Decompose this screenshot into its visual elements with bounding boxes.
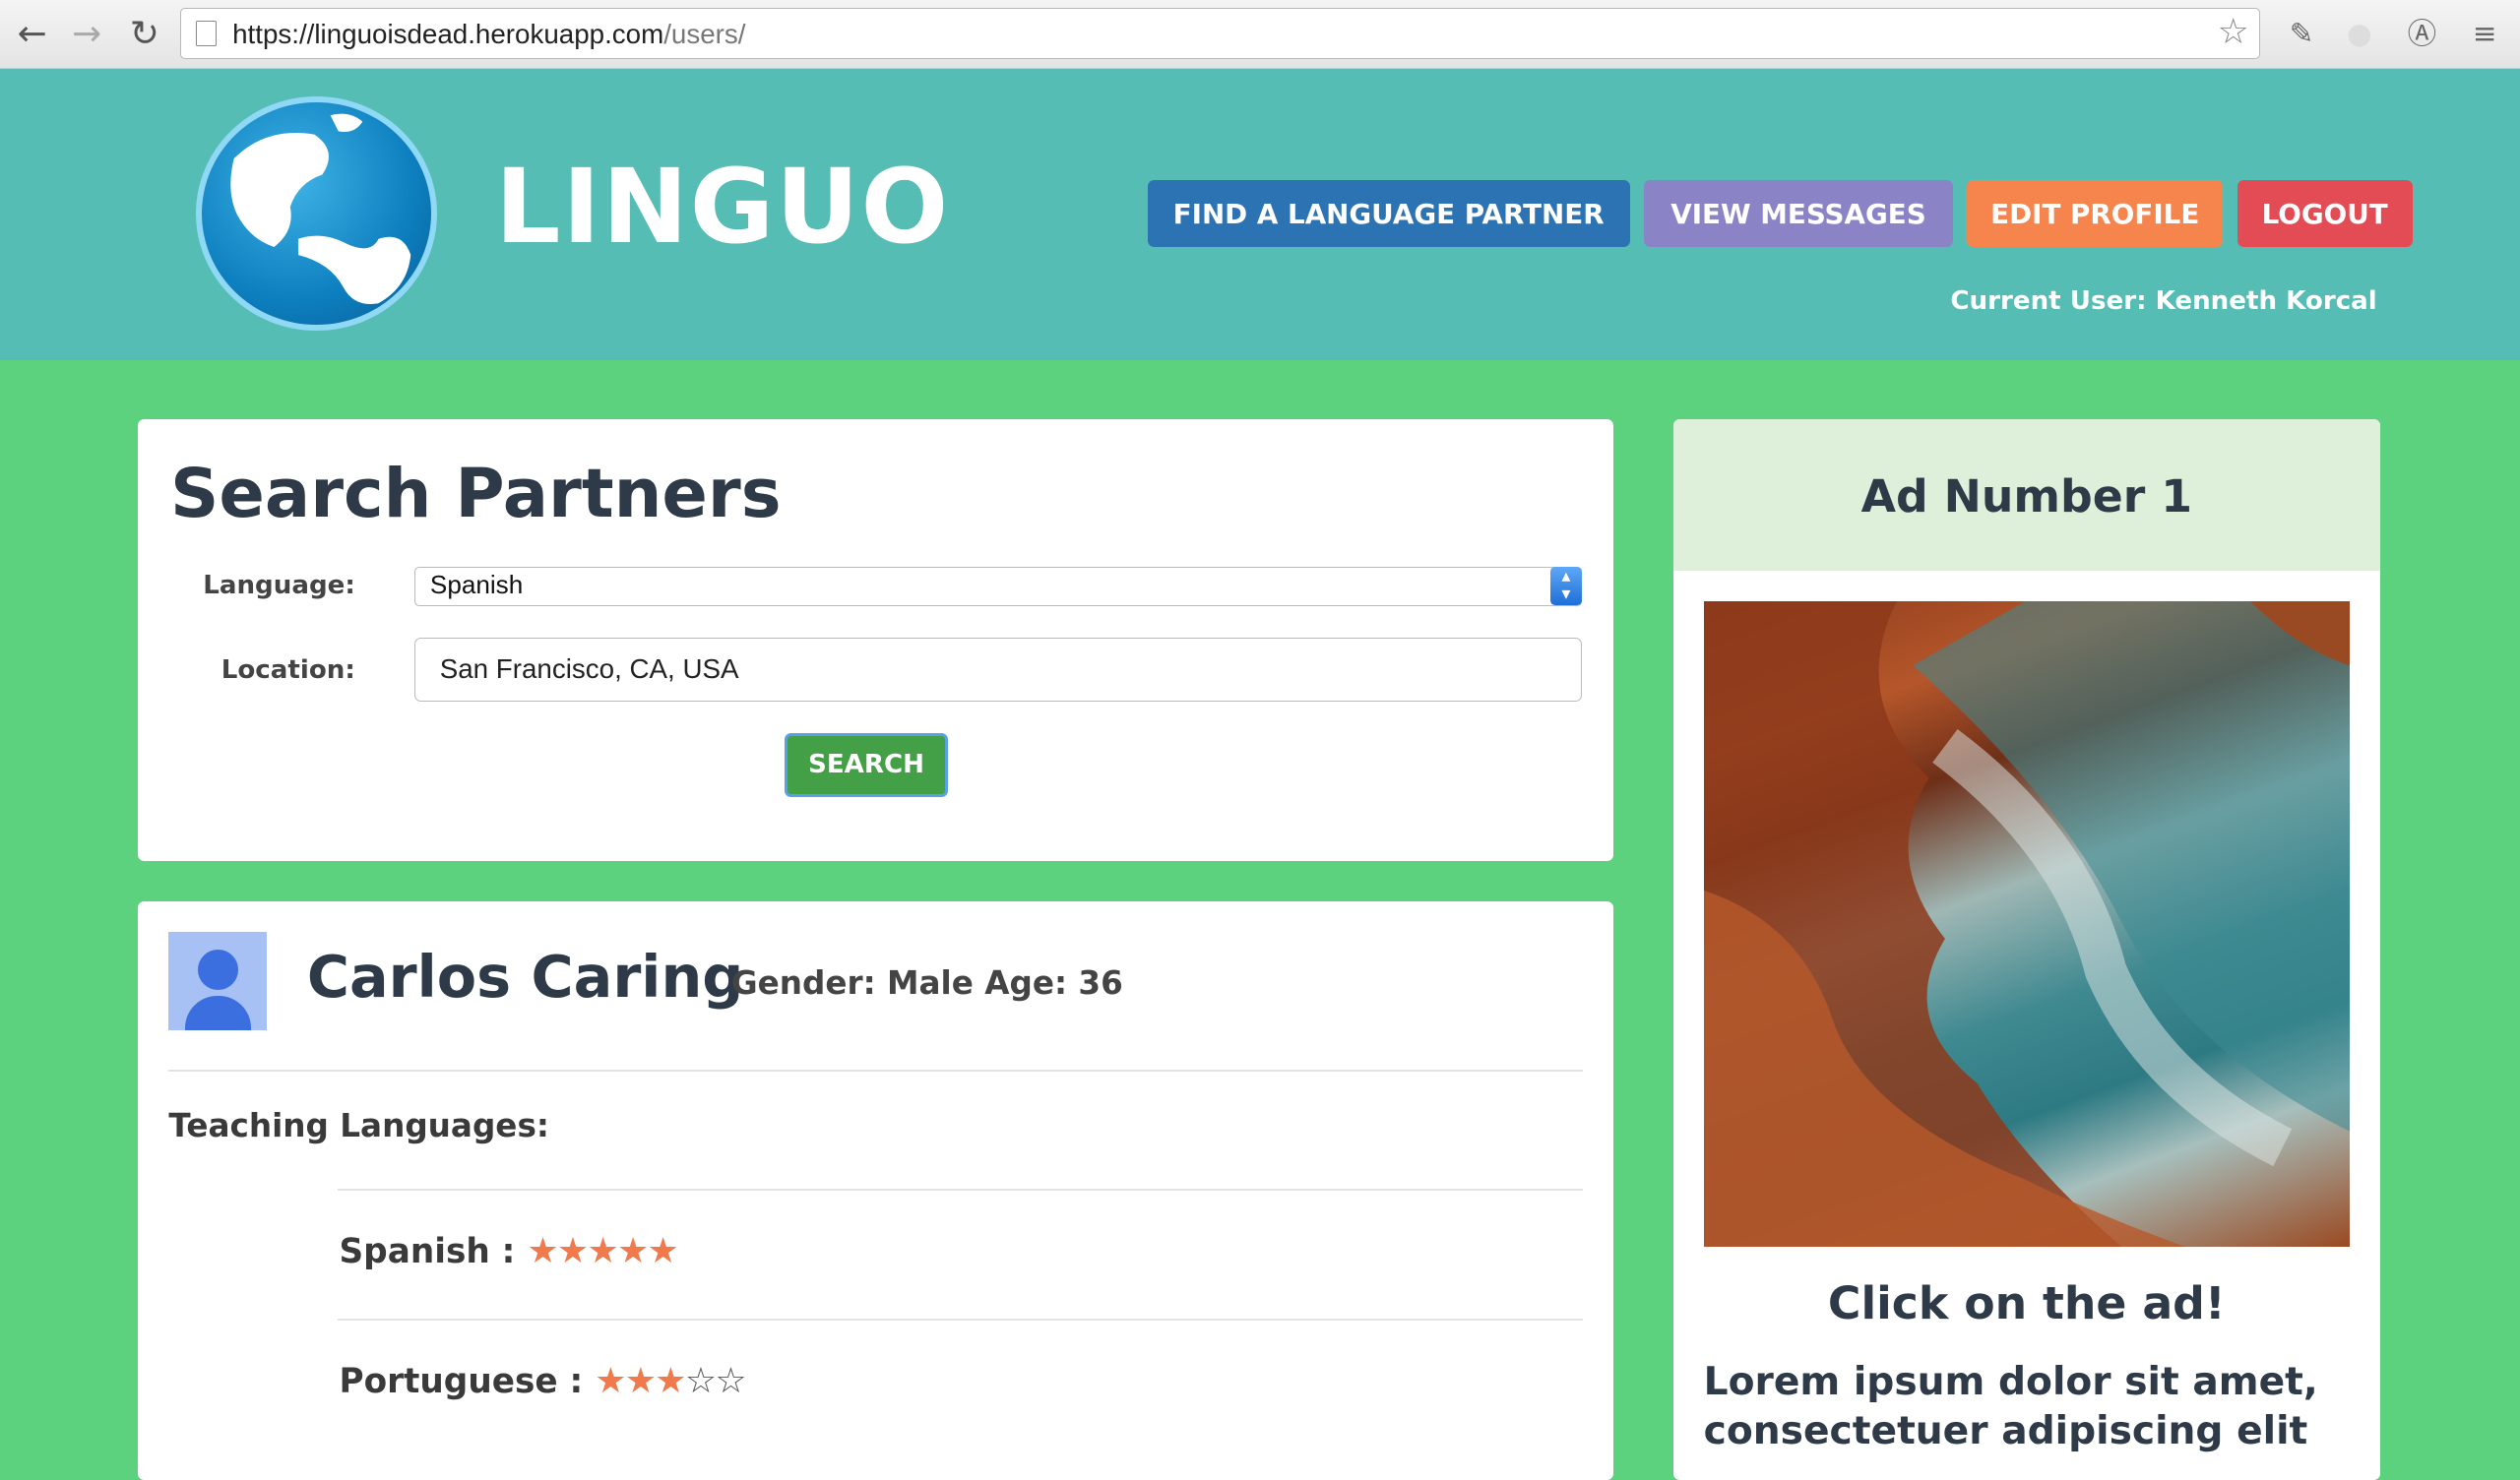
language-label: Language:: [203, 570, 355, 600]
reload-icon[interactable]: ↻: [125, 15, 163, 53]
ad-card: Ad Number 1 Click on the ad! Lorem ipsum…: [1672, 419, 2381, 1480]
language-name: Portuguese :: [339, 1361, 584, 1401]
user-body-icon: [184, 996, 251, 1030]
extension-icon[interactable]: ●: [2340, 15, 2378, 53]
divider: [168, 1070, 1584, 1072]
language-row: Portuguese : ★★★☆☆: [339, 1360, 746, 1401]
site-header: LINGUO FIND A LANGUAGE PARTNER VIEW MESS…: [0, 69, 2520, 360]
location-label: Location:: [220, 655, 355, 686]
forward-arrow-icon[interactable]: →: [68, 15, 106, 53]
chevron-updown-icon[interactable]: ▴ ▾: [1549, 566, 1583, 605]
edit-profile-button[interactable]: EDIT PROFILE: [1967, 179, 2224, 248]
partner-name[interactable]: Carlos Caring: [307, 943, 744, 1011]
bookmark-star-icon[interactable]: ☆: [2218, 12, 2249, 52]
address-bar[interactable]: https://linguoisdead.herokuapp.com/users…: [179, 8, 2260, 60]
partner-card: Carlos Caring Gender: Male Age: 36 Teach…: [138, 900, 1614, 1480]
ad-body-text: Lorem ipsum dolor sit amet, consectetuer…: [1703, 1359, 2318, 1454]
search-button[interactable]: SEARCH: [784, 732, 949, 797]
ad-title: Ad Number 1: [1860, 470, 2193, 524]
language-select[interactable]: Spanish ▴ ▾: [414, 566, 1583, 606]
menu-icon[interactable]: ≡: [2466, 15, 2504, 53]
avatar[interactable]: [168, 931, 268, 1030]
logo-text[interactable]: LINGUO: [495, 147, 950, 267]
page-icon: [195, 20, 218, 47]
language-row: Spanish : ★★★★★: [339, 1230, 678, 1271]
rating-stars: ★★★☆☆: [595, 1360, 746, 1401]
divider: [337, 1189, 1584, 1191]
teaching-languages-label: Teaching Languages:: [168, 1106, 549, 1144]
angular-extension-icon[interactable]: Ⓐ: [2403, 15, 2441, 53]
find-partner-button[interactable]: FIND A LANGUAGE PARTNER: [1147, 179, 1630, 248]
ad-image[interactable]: [1703, 600, 2350, 1247]
divider: [337, 1319, 1584, 1322]
search-title: Search Partners: [170, 455, 782, 534]
location-input[interactable]: San Francisco, CA, USA: [414, 638, 1582, 703]
logout-button[interactable]: LOGOUT: [2236, 179, 2413, 248]
language-name: Spanish :: [339, 1231, 516, 1271]
url-text: https://linguoisdead.herokuapp.com/users…: [232, 18, 746, 49]
user-head-icon: [197, 949, 238, 990]
current-user-label: Current User: Kenneth Korcal: [1950, 285, 2377, 316]
globe-logo-icon[interactable]: [196, 95, 438, 332]
rating-stars: ★★★★★: [527, 1230, 678, 1271]
language-select-value: Spanish: [429, 570, 524, 600]
search-card: Search Partners Language: Spanish ▴ ▾ Loc…: [138, 419, 1614, 862]
ad-call-to-action[interactable]: Click on the ad!: [1673, 1277, 2380, 1329]
ad-header: Ad Number 1: [1672, 419, 2381, 571]
browser-toolbar: ← → ↻ https://linguoisdead.herokuapp.com…: [0, 0, 2520, 69]
eyedropper-extension-icon[interactable]: ✎: [2282, 15, 2320, 53]
view-messages-button[interactable]: VIEW MESSAGES: [1644, 179, 1953, 248]
back-arrow-icon[interactable]: ←: [13, 15, 51, 53]
partner-meta: Gender: Male Age: 36: [730, 963, 1123, 1002]
